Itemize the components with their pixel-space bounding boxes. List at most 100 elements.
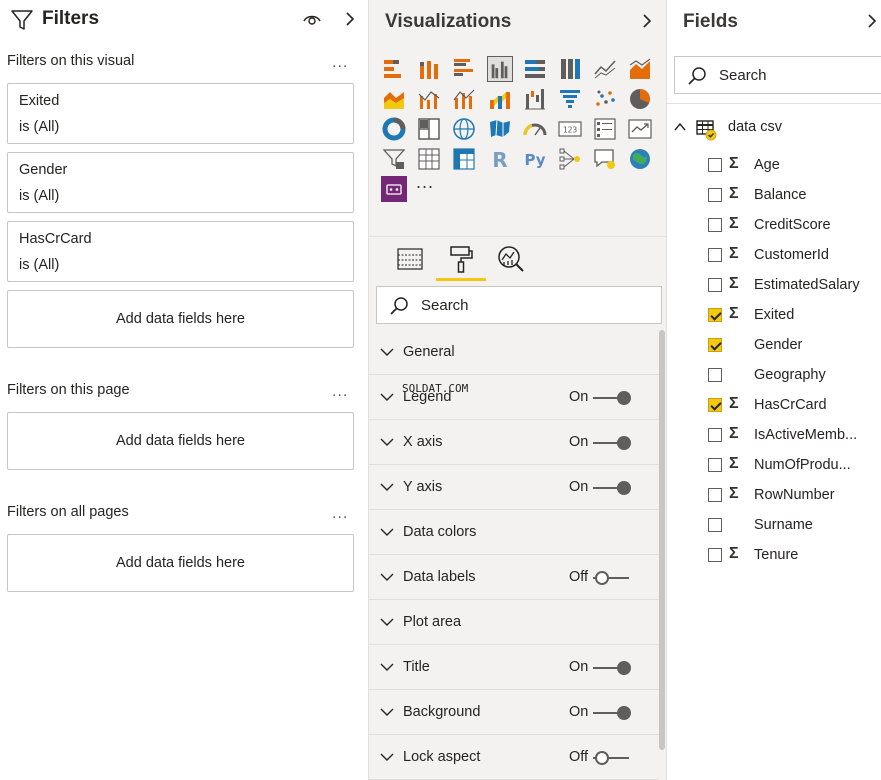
format-section-data-colors[interactable]: Data colors xyxy=(369,510,659,555)
r-visual-icon[interactable]: R xyxy=(487,146,513,172)
clustered-bar-chart-icon[interactable] xyxy=(451,56,477,82)
field-item[interactable]: Σ CustomerId xyxy=(667,241,881,271)
eye-icon[interactable] xyxy=(302,10,322,28)
field-checkbox[interactable] xyxy=(708,548,722,562)
area-chart-icon[interactable] xyxy=(627,56,653,82)
field-checkbox[interactable] xyxy=(708,158,722,172)
field-checkbox[interactable] xyxy=(708,338,722,352)
donut-chart-icon[interactable] xyxy=(381,116,407,142)
toggle-switch[interactable] xyxy=(593,390,633,406)
filter-card-exited[interactable]: Exited is (All) xyxy=(7,83,354,144)
filled-map-icon[interactable] xyxy=(487,116,513,142)
gauge-icon[interactable] xyxy=(522,116,548,142)
arcgis-icon[interactable] xyxy=(627,146,653,172)
visual-filters-drop-zone[interactable]: Add data fields here xyxy=(7,290,354,348)
filters-on-page-more-button[interactable]: ... xyxy=(332,383,348,401)
field-checkbox[interactable] xyxy=(708,278,722,292)
page-filters-drop-zone[interactable]: Add data fields here xyxy=(7,412,354,470)
table-icon[interactable] xyxy=(416,146,442,172)
stacked-area-chart-icon[interactable] xyxy=(381,86,407,112)
format-section-y-axis[interactable]: Y axis On xyxy=(369,465,659,510)
table-data-csv[interactable]: data csv xyxy=(667,114,881,141)
chevron-up-icon[interactable] xyxy=(673,121,687,133)
filters-on-all-pages-more-button[interactable]: ... xyxy=(332,505,348,523)
scatter-chart-icon[interactable] xyxy=(592,86,618,112)
waterfall-chart-icon[interactable] xyxy=(522,86,548,112)
field-checkbox[interactable] xyxy=(708,188,722,202)
format-section-general[interactable]: General xyxy=(369,330,659,375)
format-section-data-labels[interactable]: Data labels Off xyxy=(369,555,659,600)
format-search-box[interactable]: Search xyxy=(376,286,662,324)
funnel-icon[interactable] xyxy=(557,86,583,112)
field-checkbox[interactable] xyxy=(708,308,722,322)
field-item[interactable]: Σ Balance xyxy=(667,181,881,211)
toggle-switch[interactable] xyxy=(593,660,633,676)
more-visuals-button[interactable]: ... xyxy=(416,172,434,193)
format-section-x-axis[interactable]: X axis On xyxy=(369,420,659,465)
collapse-fields-chevron-icon[interactable] xyxy=(865,12,879,30)
fields-search-box[interactable]: Search xyxy=(674,56,881,94)
field-item[interactable]: Σ IsActiveMemb... xyxy=(667,421,881,451)
field-item[interactable]: Σ CreditScore xyxy=(667,211,881,241)
analytics-tab-icon[interactable] xyxy=(496,244,526,274)
key-influencers-icon[interactable] xyxy=(557,146,583,172)
custom-visual-icon[interactable] xyxy=(381,176,407,202)
field-checkbox[interactable] xyxy=(708,458,722,472)
stacked-column-chart-icon[interactable] xyxy=(416,56,442,82)
field-checkbox[interactable] xyxy=(708,218,722,232)
field-item[interactable]: Σ NumOfProdu... xyxy=(667,451,881,481)
chevron-down-icon[interactable] xyxy=(379,571,395,583)
format-paint-roller-icon[interactable] xyxy=(446,244,476,274)
toggle-switch[interactable] xyxy=(593,480,633,496)
clustered-column-chart-icon[interactable] xyxy=(486,56,513,82)
field-item[interactable]: Geography xyxy=(667,361,881,391)
treemap-icon[interactable] xyxy=(416,116,442,142)
chevron-down-icon[interactable] xyxy=(379,526,395,538)
qa-icon[interactable] xyxy=(592,146,618,172)
field-item[interactable]: Σ Tenure xyxy=(667,541,881,571)
100-stacked-column-chart-icon[interactable] xyxy=(557,56,583,82)
line-chart-icon[interactable] xyxy=(592,56,618,82)
card-icon[interactable]: 123 xyxy=(557,116,583,142)
field-checkbox[interactable] xyxy=(708,518,722,532)
field-checkbox[interactable] xyxy=(708,428,722,442)
matrix-icon[interactable] xyxy=(451,146,477,172)
kpi-icon[interactable] xyxy=(627,116,653,142)
field-checkbox[interactable] xyxy=(708,248,722,262)
field-item[interactable]: Σ Exited xyxy=(667,301,881,331)
slicer-icon[interactable] xyxy=(381,146,407,172)
format-section-lock-aspect[interactable]: Lock aspect Off xyxy=(369,735,659,780)
chevron-down-icon[interactable] xyxy=(379,706,395,718)
line-stacked-column-icon[interactable] xyxy=(451,86,477,112)
all-pages-filters-drop-zone[interactable]: Add data fields here xyxy=(7,534,354,592)
field-item[interactable]: Gender xyxy=(667,331,881,361)
format-section-plot-area[interactable]: Plot area xyxy=(369,600,659,645)
toggle-switch[interactable] xyxy=(593,570,633,586)
pie-chart-icon[interactable] xyxy=(627,86,653,112)
filter-card-hascrcard[interactable]: HasCrCard is (All) xyxy=(7,221,354,282)
ribbon-chart-icon[interactable] xyxy=(487,86,513,112)
field-item[interactable]: Σ HasCrCard xyxy=(667,391,881,421)
toggle-switch[interactable] xyxy=(593,435,633,451)
chevron-down-icon[interactable] xyxy=(379,616,395,628)
toggle-switch[interactable] xyxy=(593,750,633,766)
toggle-switch[interactable] xyxy=(593,705,633,721)
filter-card-gender[interactable]: Gender is (All) xyxy=(7,152,354,213)
python-visual-icon[interactable]: Py xyxy=(522,146,548,172)
collapse-filters-chevron-icon[interactable] xyxy=(342,10,358,28)
field-checkbox[interactable] xyxy=(708,488,722,502)
chevron-down-icon[interactable] xyxy=(379,481,395,493)
filters-on-visual-more-button[interactable]: ... xyxy=(332,54,348,72)
fields-tab-icon[interactable] xyxy=(395,244,425,274)
chevron-down-icon[interactable] xyxy=(379,391,395,403)
map-icon[interactable] xyxy=(451,116,477,142)
field-item[interactable]: Σ RowNumber xyxy=(667,481,881,511)
multi-row-card-icon[interactable] xyxy=(592,116,618,142)
100-stacked-bar-chart-icon[interactable] xyxy=(522,56,548,82)
collapse-visualizations-chevron-icon[interactable] xyxy=(639,12,655,30)
chevron-down-icon[interactable] xyxy=(379,751,395,763)
stacked-bar-chart-icon[interactable] xyxy=(381,56,407,82)
format-section-title[interactable]: Title On xyxy=(369,645,659,690)
chevron-down-icon[interactable] xyxy=(379,436,395,448)
field-item[interactable]: Σ EstimatedSalary xyxy=(667,271,881,301)
